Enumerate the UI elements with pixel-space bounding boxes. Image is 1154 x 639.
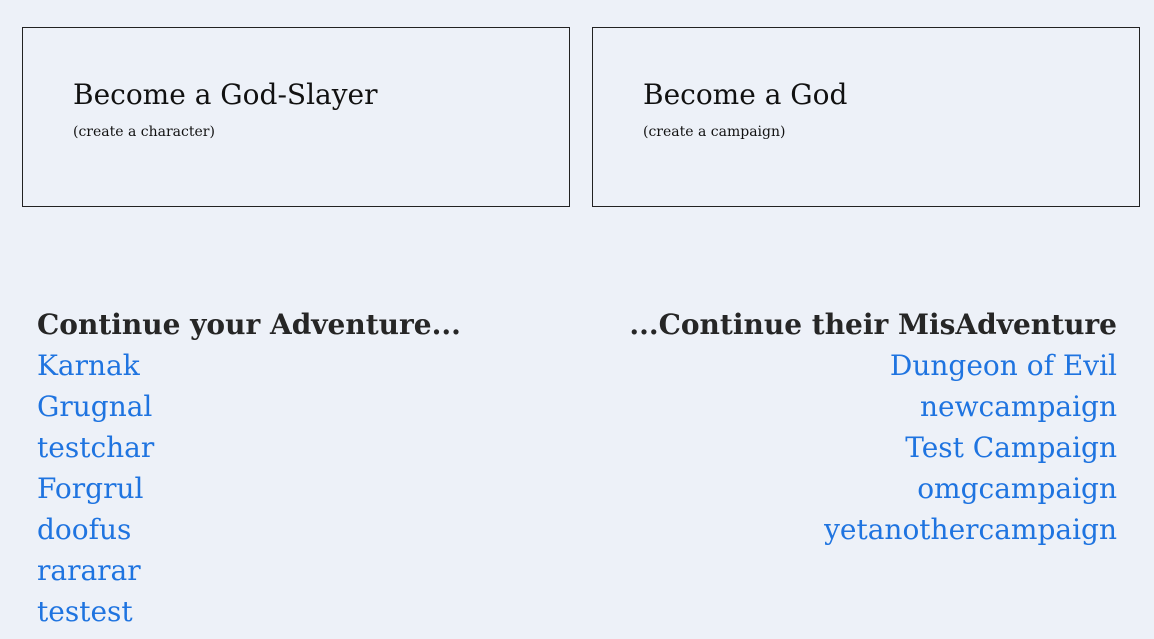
campaign-link-omgcampaign[interactable]: omgcampaign	[917, 472, 1117, 505]
list-item: omgcampaign	[577, 468, 1117, 509]
list-item: yetanothercampaign	[577, 509, 1117, 550]
campaigns-heading: ...Continue their MisAdventure	[629, 308, 1117, 341]
create-character-card[interactable]: Become a God-Slayer (create a character)	[22, 27, 570, 207]
create-campaign-title: Become a God	[643, 78, 848, 111]
create-character-subtitle: (create a character)	[73, 124, 215, 140]
list-item: Dungeon of Evil	[577, 345, 1117, 386]
campaign-link-test-campaign[interactable]: Test Campaign	[905, 431, 1117, 464]
character-link-doofus[interactable]: doofus	[37, 513, 131, 546]
list-item: Forgrul	[37, 468, 577, 509]
list-item: rararar	[37, 550, 577, 591]
list-item: Karnak	[37, 345, 577, 386]
character-list: Karnak Grugnal testchar Forgrul doofus r…	[37, 345, 577, 632]
campaigns-section: ...Continue their MisAdventure Dungeon o…	[577, 305, 1117, 550]
create-campaign-subtitle: (create a campaign)	[643, 124, 786, 140]
list-item: testest	[37, 591, 577, 632]
campaign-list: Dungeon of Evil newcampaign Test Campaig…	[577, 345, 1117, 550]
list-item: newcampaign	[577, 386, 1117, 427]
character-link-rararar[interactable]: rararar	[37, 554, 141, 587]
list-item: Test Campaign	[577, 427, 1117, 468]
campaign-link-yetanothercampaign[interactable]: yetanothercampaign	[824, 513, 1117, 546]
character-link-grugnal[interactable]: Grugnal	[37, 390, 152, 423]
character-link-testchar[interactable]: testchar	[37, 431, 154, 464]
create-character-title: Become a God-Slayer	[73, 78, 378, 111]
list-item: testchar	[37, 427, 577, 468]
list-item: doofus	[37, 509, 577, 550]
campaign-link-dungeon-of-evil[interactable]: Dungeon of Evil	[890, 349, 1117, 382]
list-item: Grugnal	[37, 386, 577, 427]
characters-heading: Continue your Adventure...	[37, 308, 461, 341]
campaign-link-newcampaign[interactable]: newcampaign	[920, 390, 1117, 423]
character-link-karnak[interactable]: Karnak	[37, 349, 140, 382]
characters-section: Continue your Adventure... Karnak Grugna…	[37, 305, 577, 632]
character-link-forgrul[interactable]: Forgrul	[37, 472, 143, 505]
character-link-testest[interactable]: testest	[37, 595, 133, 628]
create-campaign-card[interactable]: Become a God (create a campaign)	[592, 27, 1140, 207]
